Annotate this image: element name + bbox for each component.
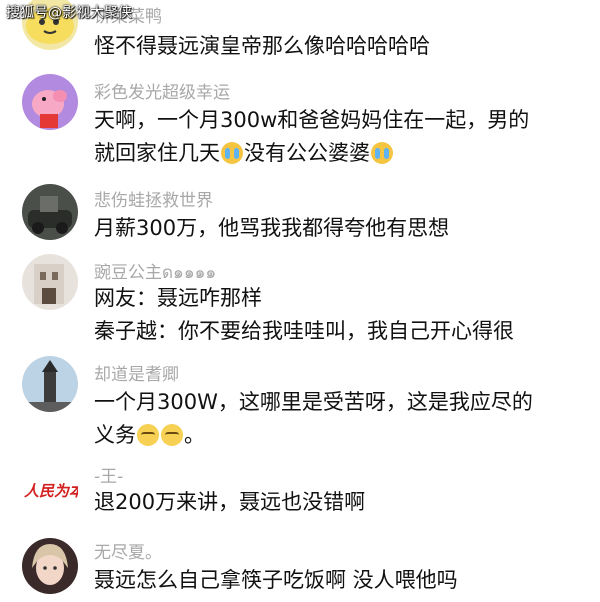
squint-emoji-icon — [161, 424, 183, 446]
comment-text: 聂远怎么自己拿筷子吃饭啊 没人喂他吗 — [94, 568, 458, 592]
comment-text: 网友：聂远咋那样 秦子越：你不要给我哇哇叫，我自己开心得很 — [94, 286, 514, 343]
comment-text: 月薪300万，他骂我我都得夸他有思想 — [94, 216, 450, 240]
comment-item: 豌豆公主ด๑๑๑๑ 网友：聂远咋那样 秦子越：你不要给我哇哇叫，我自己开心得很 — [0, 252, 600, 356]
comment-item: 却道是耆卿 一个月300W，这哪里是受苦呀，这是我应尽的 义务。 — [0, 356, 600, 460]
svg-text:人民为本: 人民为本 — [24, 482, 78, 500]
peppa-pig-avatar[interactable] — [22, 74, 78, 130]
comment-text: 怪不得聂远演皇帝那么像哈哈哈哈哈 — [94, 34, 430, 58]
comment-username[interactable]: -王- — [94, 462, 123, 487]
building-photo-avatar[interactable] — [22, 254, 78, 310]
comment-item: 人民为本 -王- 退200万来讲，聂远也没错啊 — [0, 460, 600, 524]
tower-photo-avatar[interactable] — [22, 356, 78, 412]
crying-emoji-icon — [221, 142, 243, 164]
comment-item: 彩色发光超级幸运 天啊，一个月300w和爸爸妈妈住在一起，男的 就回家住几天 没有… — [0, 70, 600, 180]
squint-emoji-icon — [137, 424, 159, 446]
calligraphy-logo-avatar[interactable]: 人民为本 — [22, 462, 78, 518]
comment-item: 无尽夏。 聂远怎么自己拿筷子吃饭啊 没人喂他吗 — [0, 534, 600, 602]
crying-emoji-icon — [371, 142, 393, 164]
comment-text: 一个月300W，这哪里是受苦呀，这是我应尽的 义务。 — [94, 390, 533, 447]
comment-username[interactable]: 悲伤蛙拯救世界 — [94, 186, 213, 211]
comment-username[interactable]: 却道是耆卿 — [94, 360, 179, 385]
girl-portrait-avatar[interactable] — [22, 538, 78, 594]
comment-username[interactable]: 无尽夏。 — [94, 538, 162, 563]
watermark-text: 搜狐号@影视大聚侠 — [6, 5, 132, 21]
comment-text: 天啊，一个月300w和爸爸妈妈住在一起，男的 就回家住几天 没有公公婆婆 — [94, 108, 530, 165]
comment-text: 退200万来讲，聂远也没错啊 — [94, 490, 366, 514]
comment-username[interactable]: 彩色发光超级幸运 — [94, 78, 230, 103]
comment-item: 悲伤蛙拯救世界 月薪300万，他骂我我都得夸他有思想 — [0, 180, 600, 250]
dark-photo-avatar[interactable] — [22, 184, 78, 240]
